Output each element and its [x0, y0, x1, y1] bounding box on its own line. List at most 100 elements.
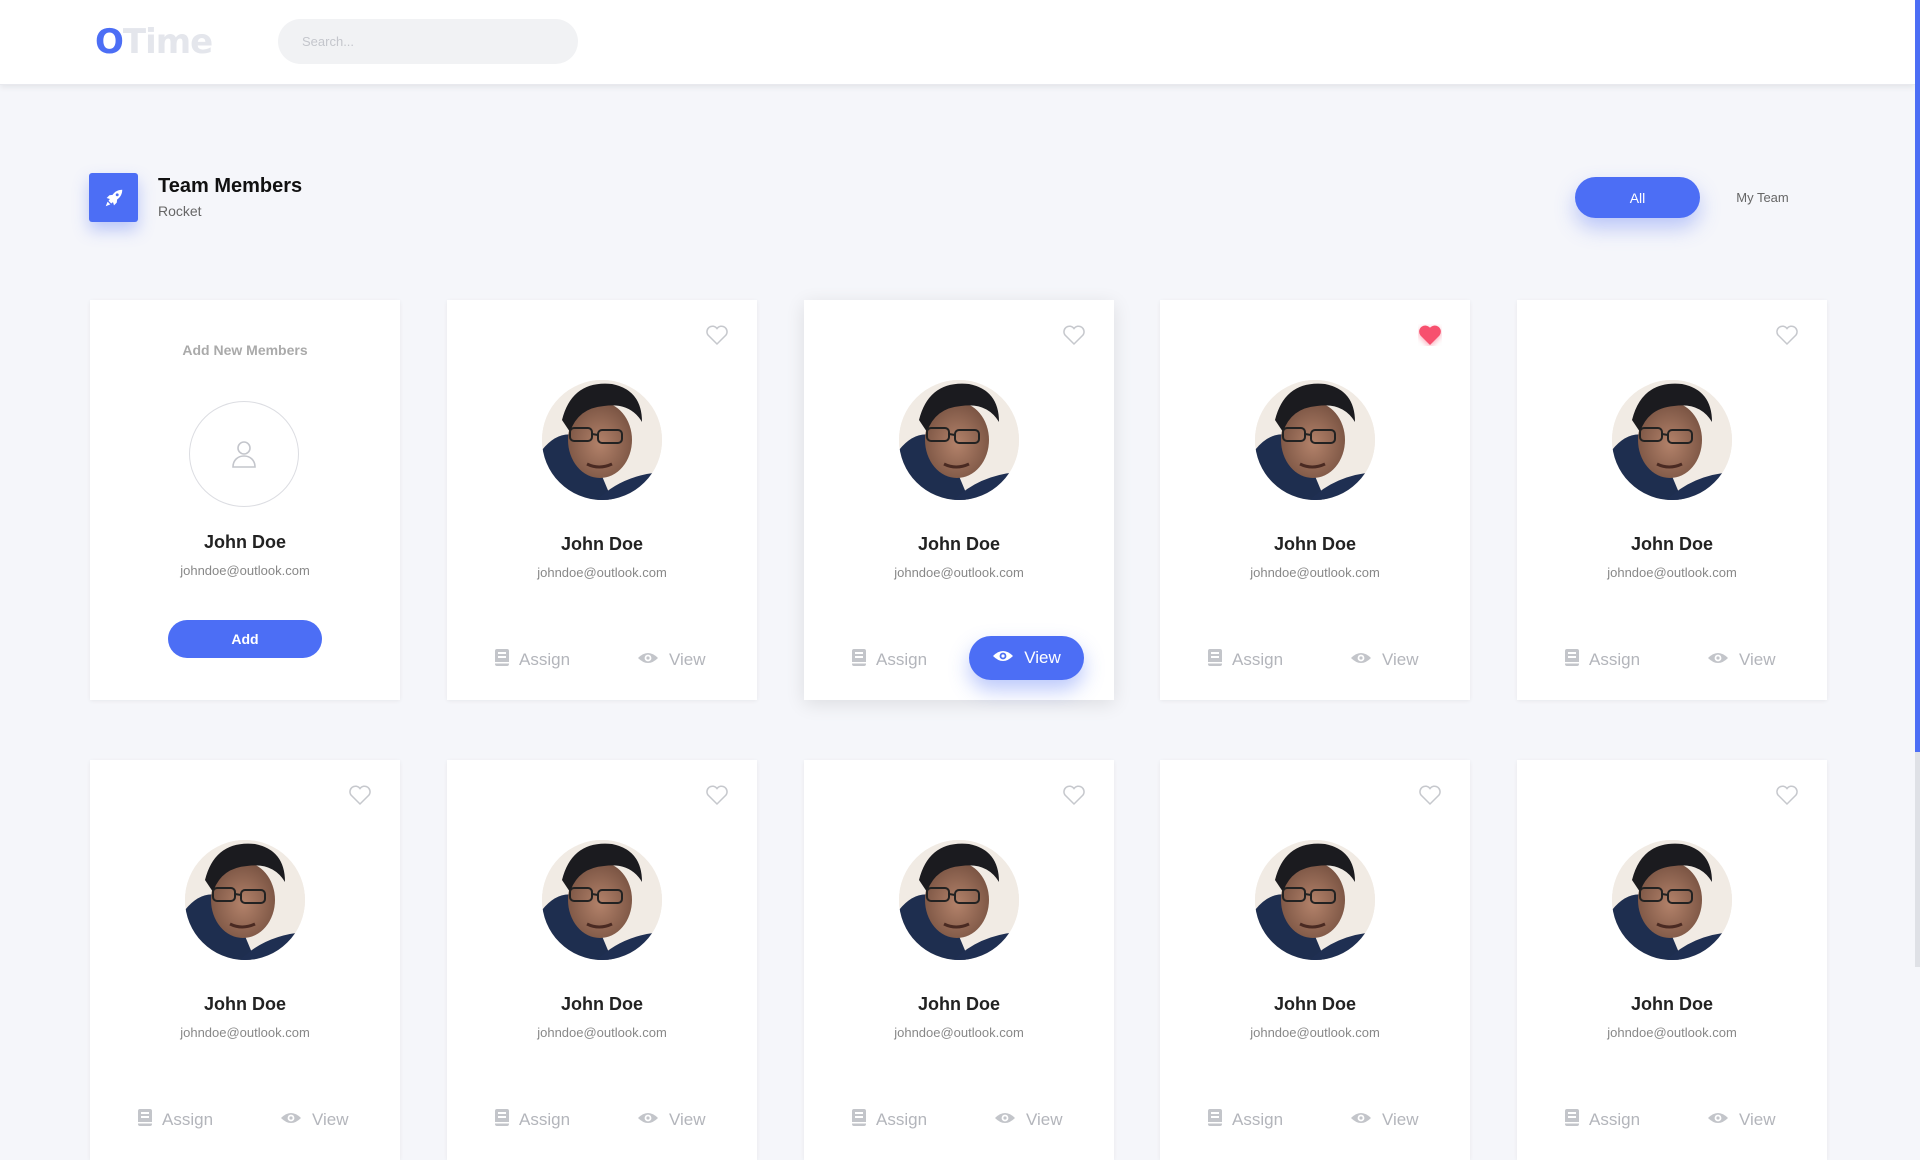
heart-icon[interactable]: [1062, 324, 1086, 346]
member-card: John Doe johndoe@outlook.com Assign View: [1160, 300, 1470, 700]
heart-icon[interactable]: [348, 784, 372, 806]
top-bar: OTime: [0, 0, 1915, 85]
book-icon: [1565, 649, 1579, 671]
book-icon: [495, 649, 509, 671]
assign-label: Assign: [1589, 1110, 1641, 1129]
member-email: johndoe@outlook.com: [537, 1025, 667, 1040]
filter-all-button[interactable]: All: [1575, 177, 1700, 218]
member-card: John Doe johndoe@outlook.com Assign View: [1517, 300, 1827, 700]
add-card-name: John Doe: [203, 532, 286, 552]
heart-icon[interactable]: [1775, 324, 1799, 346]
rocket-icon: [89, 173, 138, 222]
heart-icon[interactable]: [1775, 784, 1799, 806]
assign-button[interactable]: Assign: [852, 645, 927, 675]
avatar-image: [185, 840, 305, 960]
heart-filled-icon[interactable]: [1418, 324, 1442, 346]
book-icon: [852, 1109, 866, 1131]
eye-icon: [1707, 1110, 1729, 1130]
assign-button[interactable]: Assign: [1565, 1105, 1640, 1135]
heart-icon[interactable]: [1418, 784, 1442, 806]
eye-icon: [637, 650, 659, 670]
member-card: John Doe johndoe@outlook.com Assign View: [804, 760, 1114, 1160]
avatar[interactable]: [1612, 380, 1732, 500]
book-icon: [852, 649, 866, 671]
assign-button[interactable]: Assign: [138, 1105, 213, 1135]
member-email: johndoe@outlook.com: [894, 1025, 1024, 1040]
view-button[interactable]: View: [969, 636, 1084, 680]
page-title: Team Members: [158, 175, 303, 197]
book-icon: [495, 1109, 509, 1131]
avatar[interactable]: [1612, 840, 1732, 960]
avatar[interactable]: [1255, 380, 1375, 500]
assign-button[interactable]: Assign: [1208, 1105, 1283, 1135]
eye-icon: [1350, 1110, 1372, 1130]
avatar[interactable]: [185, 840, 305, 960]
add-card-title: Add New Members: [182, 342, 308, 358]
logo-text: Time: [122, 22, 213, 62]
view-label: View: [1382, 650, 1419, 669]
member-email: johndoe@outlook.com: [894, 565, 1024, 580]
avatar[interactable]: [899, 840, 1019, 960]
book-icon: [138, 1109, 152, 1131]
view-label: View: [1024, 648, 1061, 667]
assign-label: Assign: [519, 650, 571, 669]
assign-button[interactable]: Assign: [1565, 645, 1640, 675]
search-input[interactable]: [278, 19, 578, 64]
member-name: John Doe: [1273, 994, 1356, 1014]
view-button[interactable]: View: [1350, 1105, 1419, 1135]
avatar-placeholder[interactable]: [189, 401, 299, 507]
member-name: John Doe: [560, 534, 643, 554]
assign-label: Assign: [876, 650, 928, 669]
avatar[interactable]: [542, 840, 662, 960]
member-email: johndoe@outlook.com: [1607, 565, 1737, 580]
assign-button[interactable]: Assign: [1208, 645, 1283, 675]
view-button[interactable]: View: [1707, 1105, 1776, 1135]
avatar[interactable]: [899, 380, 1019, 500]
member-card: John Doe johndoe@outlook.com Assign View: [1160, 760, 1470, 1160]
filter-my-team-button[interactable]: My Team: [1720, 177, 1805, 218]
scrollbar[interactable]: [1915, 0, 1920, 967]
avatar[interactable]: [542, 380, 662, 500]
view-button[interactable]: View: [1707, 645, 1776, 675]
avatar-image: [899, 840, 1019, 960]
avatar[interactable]: [1255, 840, 1375, 960]
view-button[interactable]: View: [637, 645, 706, 675]
assign-button[interactable]: Assign: [495, 645, 570, 675]
book-icon: [1208, 1109, 1222, 1131]
assign-button[interactable]: Assign: [495, 1105, 570, 1135]
view-label: View: [1739, 1110, 1776, 1129]
member-card: John Doe johndoe@outlook.com Assign View: [804, 300, 1114, 700]
member-email: johndoe@outlook.com: [537, 565, 667, 580]
member-email: johndoe@outlook.com: [1250, 565, 1380, 580]
avatar-image: [899, 380, 1019, 500]
view-button[interactable]: View: [637, 1105, 706, 1135]
view-button[interactable]: View: [1350, 645, 1419, 675]
avatar-image: [542, 840, 662, 960]
member-name: John Doe: [560, 994, 643, 1014]
logo-first-letter: O: [95, 22, 124, 62]
member-name: John Doe: [917, 994, 1000, 1014]
heart-icon[interactable]: [1062, 784, 1086, 806]
assign-label: Assign: [519, 1110, 571, 1129]
view-button[interactable]: View: [280, 1105, 349, 1135]
book-icon: [1565, 1109, 1579, 1131]
view-label: View: [1026, 1110, 1063, 1129]
avatar-image: [1255, 380, 1375, 500]
view-button[interactable]: View: [994, 1105, 1063, 1135]
member-name: John Doe: [1630, 534, 1713, 554]
scrollbar-track[interactable]: [1915, 752, 1920, 967]
app-logo[interactable]: OTime: [95, 20, 213, 64]
add-card-email: johndoe@outlook.com: [180, 563, 310, 578]
eye-icon: [992, 648, 1014, 668]
avatar-image: [1612, 840, 1732, 960]
assign-label: Assign: [1232, 650, 1284, 669]
heart-icon[interactable]: [705, 324, 729, 346]
add-member-button[interactable]: Add: [168, 620, 322, 658]
heart-icon[interactable]: [705, 784, 729, 806]
member-card: John Doe johndoe@outlook.com Assign View: [90, 760, 400, 1160]
assign-button[interactable]: Assign: [852, 1105, 927, 1135]
member-name: John Doe: [1273, 534, 1356, 554]
eye-icon: [1350, 650, 1372, 670]
member-name: John Doe: [1630, 994, 1713, 1014]
page-subtitle: Rocket: [158, 203, 202, 219]
